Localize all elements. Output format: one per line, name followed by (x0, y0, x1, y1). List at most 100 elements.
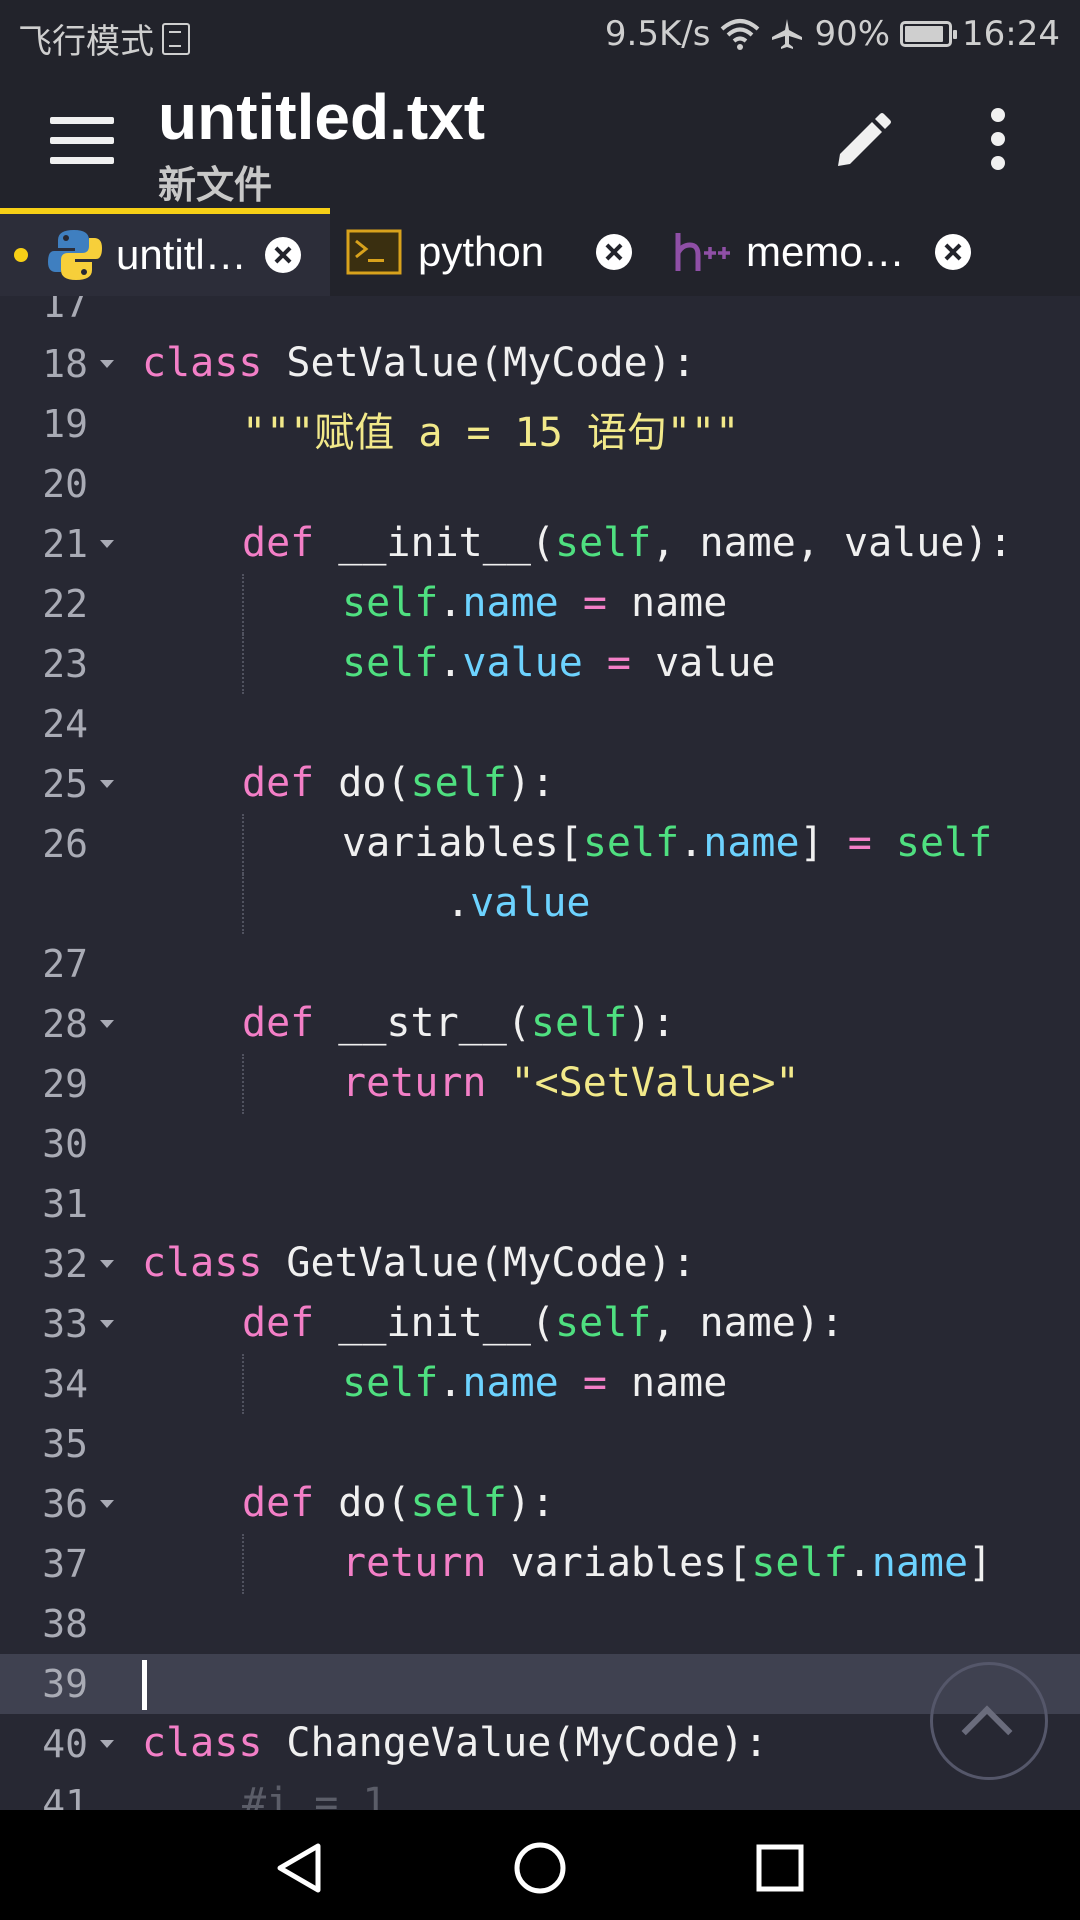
fold-arrow-icon[interactable] (100, 1500, 114, 1508)
code-line[interactable]: 39 (0, 1654, 1080, 1714)
code-line[interactable]: .value (0, 874, 1080, 934)
modified-dot-icon (14, 248, 28, 262)
tab-untitled[interactable]: untitl… (0, 208, 330, 296)
code-text: def __str__(self): (242, 1000, 675, 1046)
line-number: 39 (42, 1662, 88, 1706)
line-number: 27 (42, 942, 88, 986)
navigation-bar (0, 1810, 1080, 1920)
code-text: """赋值 a = 15 语句""" (242, 400, 739, 458)
line-number: 25 (42, 762, 88, 806)
code-token: = (582, 640, 656, 686)
code-line[interactable]: 41 #i = 1 (0, 1774, 1080, 1810)
code-line[interactable]: 24 (0, 694, 1080, 754)
line-number: 31 (42, 1182, 88, 1226)
close-tab-icon[interactable] (596, 234, 633, 270)
line-number: 30 (42, 1122, 88, 1166)
code-text: return "<SetValue>" (342, 1060, 799, 1106)
file-title: untitled.txt (158, 81, 486, 153)
code-line[interactable]: 18 class SetValue(MyCode): (0, 334, 1080, 394)
airplane-mode-label: 飞行模式 (18, 22, 154, 62)
code-line[interactable]: 28 def __str__(self): (0, 994, 1080, 1054)
code-text: self.name = name (342, 580, 727, 626)
indent-guide (242, 1354, 244, 1414)
fold-arrow-icon[interactable] (100, 360, 114, 368)
code-token: do( (338, 760, 411, 806)
code-token: class (142, 340, 263, 386)
code-token: name (631, 1360, 728, 1406)
code-token: return (342, 1060, 487, 1106)
line-number: 41 (42, 1782, 88, 1810)
edit-pencil-icon[interactable] (830, 110, 894, 174)
network-speed: 9.5K/s (604, 14, 711, 54)
code-token: return (342, 1540, 487, 1586)
tab-label: untitl… (116, 231, 247, 278)
code-token: self (895, 820, 993, 866)
code-line[interactable]: 40 class ChangeValue(MyCode): (0, 1714, 1080, 1774)
code-line[interactable]: 36 def do(self): (0, 1474, 1080, 1534)
back-icon[interactable] (272, 1840, 326, 1896)
code-token: """赋值 a = 15 语句""" (242, 410, 740, 456)
close-tab-icon[interactable] (934, 234, 971, 270)
scroll-to-top-icon[interactable] (930, 1662, 1048, 1780)
status-right: 9.5K/s 90% 16:24 (605, 14, 1060, 54)
code-token: ChangeValue(MyCode): (286, 1720, 769, 1766)
fold-arrow-icon[interactable] (100, 1740, 114, 1748)
tab-label: python (418, 228, 545, 275)
code-text: def do(self): (242, 1480, 555, 1526)
indent-guide (242, 634, 244, 694)
close-tab-icon[interactable] (264, 237, 301, 273)
code-line[interactable]: 19 """赋值 a = 15 语句""" (0, 394, 1080, 456)
code-text: class ChangeValue(MyCode): (142, 1720, 768, 1766)
recents-icon[interactable] (753, 1840, 807, 1896)
indent-guide (242, 874, 244, 934)
wifi-icon (721, 19, 760, 50)
code-token: = (558, 1360, 631, 1406)
code-token: self (342, 640, 439, 686)
code-token: . (438, 580, 463, 626)
text-cursor (142, 1660, 147, 1710)
tab-memo[interactable]: memo… (672, 208, 972, 296)
code-line[interactable]: 35 (0, 1414, 1080, 1474)
tab-python[interactable]: python (346, 208, 656, 296)
code-line[interactable]: 33 def __init__(self, name): (0, 1294, 1080, 1354)
code-line[interactable]: 31 (0, 1174, 1080, 1234)
code-token: , name, value): (651, 520, 1013, 566)
code-line[interactable]: 29 return "<SetValue>" (0, 1054, 1080, 1114)
code-line[interactable]: 38 (0, 1594, 1080, 1654)
code-line[interactable]: 27 (0, 934, 1080, 994)
code-token: ): (506, 760, 555, 806)
line-number: 21 (42, 522, 88, 566)
fold-arrow-icon[interactable] (100, 1020, 114, 1028)
fold-arrow-icon[interactable] (100, 1260, 114, 1268)
code-line[interactable]: 32 class GetValue(MyCode): (0, 1234, 1080, 1294)
line-number: 32 (42, 1242, 88, 1286)
sim-card-icon (162, 22, 190, 55)
fold-arrow-icon[interactable] (100, 780, 114, 788)
fold-arrow-icon[interactable] (100, 1320, 114, 1328)
code-editor[interactable]: 17 18 class SetValue(MyCode): 19 """赋值 a = 15… (0, 296, 1080, 1810)
code-text: #i = 1 (242, 1780, 387, 1810)
code-text: .value (446, 880, 591, 926)
code-line[interactable]: 34 self.name = name (0, 1354, 1080, 1414)
line-number: 18 (42, 342, 88, 386)
tab-bar: untitl… python memo… (0, 208, 1080, 296)
code-line[interactable]: 17 (0, 296, 1080, 334)
airplane-icon (772, 19, 803, 49)
more-vert-icon[interactable] (980, 108, 1016, 176)
code-line[interactable]: 25 def do(self): (0, 754, 1080, 814)
line-number: 20 (42, 462, 88, 506)
home-icon[interactable] (513, 1840, 567, 1896)
line-number: 29 (42, 1062, 88, 1106)
code-line[interactable]: 21 def __init__(self, name, value): (0, 514, 1080, 574)
menu-icon[interactable] (50, 117, 114, 164)
code-line[interactable]: 30 (0, 1114, 1080, 1174)
clock: 16:24 (962, 14, 1060, 54)
line-number: 17 (42, 296, 88, 326)
fold-arrow-icon[interactable] (100, 540, 114, 548)
code-line[interactable]: 26 variables[self.name] = self (0, 814, 1080, 874)
code-line[interactable]: 22 self.name = name (0, 574, 1080, 634)
code-line[interactable]: 37 return variables[self.name] (0, 1534, 1080, 1594)
code-line[interactable]: 23 self.value = value (0, 634, 1080, 694)
code-line[interactable]: 20 (0, 454, 1080, 514)
code-token: . (679, 820, 704, 866)
